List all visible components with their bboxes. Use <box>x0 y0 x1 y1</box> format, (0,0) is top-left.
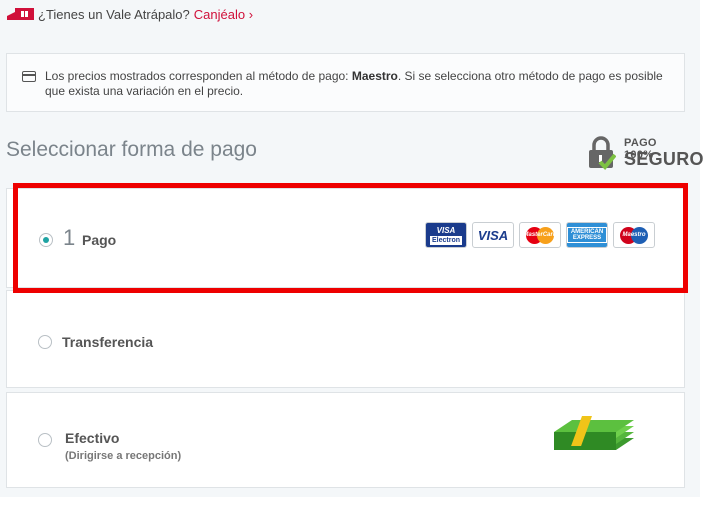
visa-electron-icon: VISA Electron <box>425 222 467 248</box>
payment-option-radio[interactable] <box>38 335 52 349</box>
amex-text: AMERICAN EXPRESS <box>567 227 607 243</box>
maestro-icon: Maestro <box>613 222 655 248</box>
price-info-text: Los precios mostrados corresponden al mé… <box>45 69 665 99</box>
payment-option-radio-selected[interactable] <box>39 233 53 247</box>
payment-option-single-payment[interactable]: 1 Pago VISA Electron VISA MasterCard AME… <box>6 188 685 288</box>
visa-icon: VISA <box>472 222 514 248</box>
gift-ticket-icon <box>5 7 35 21</box>
payment-option-radio[interactable] <box>38 433 52 447</box>
payment-option-sublabel: (Dirigirse a recepción) <box>65 450 182 462</box>
info-text-before: Los precios mostrados corresponden al mé… <box>45 69 352 83</box>
mastercard-text: MasterCard <box>523 232 557 238</box>
american-express-icon: AMERICAN EXPRESS <box>566 222 608 248</box>
cash-money-icon <box>542 394 643 474</box>
accepted-cards: VISA Electron VISA MasterCard AMERICAN E… <box>425 222 655 248</box>
payment-option-label: Efectivo <box>65 430 120 446</box>
credit-card-icon <box>22 71 36 82</box>
redeem-voucher-link[interactable]: Canjéalo › <box>194 7 253 22</box>
secure-payment-badge: PAGO 100% SEGURO <box>588 134 704 170</box>
price-info-box: Los precios mostrados corresponden al mé… <box>6 53 685 112</box>
secure-badge-line2: SEGURO <box>624 149 704 169</box>
payment-option-label: Transferencia <box>62 334 154 350</box>
lock-check-icon <box>588 136 617 170</box>
visa-text: VISA <box>477 227 509 243</box>
payment-option-transfer[interactable]: Transferencia <box>6 290 685 388</box>
page-title: Seleccionar forma de pago <box>6 138 257 161</box>
payment-option-cash[interactable]: Efectivo (Dirigirse a recepción) <box>6 392 685 488</box>
visa-electron-line1: VISA <box>436 225 456 235</box>
info-payment-method: Maestro <box>351 69 398 83</box>
voucher-bar: ¿Tienes un Vale Atrápalo? Canjéalo › <box>5 4 253 24</box>
payment-option-number: 1 <box>63 225 76 250</box>
maestro-text: Maestro <box>622 232 646 238</box>
visa-electron-line2: Electron <box>429 235 462 245</box>
mastercard-icon: MasterCard <box>519 222 561 248</box>
voucher-question: ¿Tienes un Vale Atrápalo? <box>38 6 190 22</box>
payment-option-label: Pago <box>82 232 117 248</box>
